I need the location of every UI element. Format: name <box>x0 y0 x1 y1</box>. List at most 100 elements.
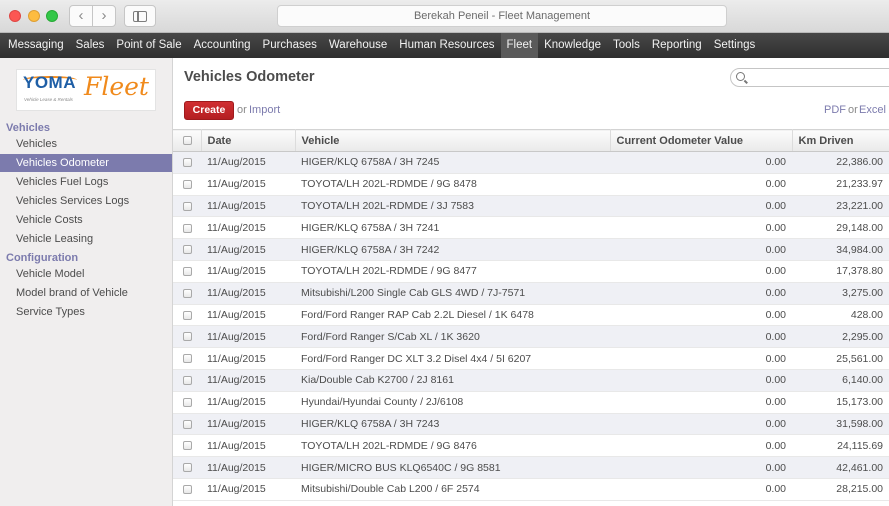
row-checkbox[interactable] <box>183 463 192 473</box>
menu-item-messaging[interactable]: Messaging <box>2 33 70 58</box>
column-header-odometer[interactable]: Current Odometer Value <box>610 129 793 152</box>
cell-odometer-value: 0.00 <box>610 151 792 174</box>
row-checkbox[interactable] <box>183 485 192 495</box>
column-header-date[interactable]: Date <box>201 129 296 152</box>
cell-odometer-value: 0.00 <box>610 282 792 305</box>
forward-button[interactable]: › <box>92 5 116 27</box>
row-checkbox[interactable] <box>183 223 192 233</box>
table-row[interactable]: 11/Aug/2015 TOYOTA/LH 202L-RDMDE / 9G 847… <box>173 434 889 458</box>
cell-date: 11/Aug/2015 <box>201 195 295 218</box>
table-row[interactable]: 11/Aug/2015 TOYOTA/LH 202L-RDMDE / 9G 847… <box>173 260 889 283</box>
menu-item-warehouse[interactable]: Warehouse <box>323 33 393 58</box>
address-bar[interactable]: Berekah Peneil - Fleet Management <box>277 5 727 27</box>
cell-date: 11/Aug/2015 <box>201 347 295 370</box>
cell-km-driven: 29,148.00 <box>792 216 889 240</box>
table-row[interactable]: 11/Aug/2015 Kia/Double Cab K2700 / 2J 816… <box>173 369 889 392</box>
table-row[interactable]: 11/Aug/2015 Ford/Ford Ranger RAP Cab 2.2L… <box>173 304 889 327</box>
import-link[interactable]: Import <box>249 104 280 116</box>
menu-item-accounting[interactable]: Accounting <box>188 33 257 58</box>
minimize-window-button[interactable] <box>28 10 40 22</box>
cell-km-driven: 21,233.97 <box>792 173 889 196</box>
menu-item-knowledge[interactable]: Knowledge <box>538 33 607 58</box>
cell-km-driven: 3,275.00 <box>792 282 889 305</box>
table-row[interactable]: 11/Aug/2015 Mitsubishi/Double Cab L200 / … <box>173 478 889 501</box>
column-header-km-driven[interactable]: Km Driven <box>792 129 889 152</box>
sidebar-item-vehicles-odometer[interactable]: Vehicles Odometer <box>0 154 172 172</box>
menu-item-fleet[interactable]: Fleet <box>500 33 539 58</box>
sidebar-item-service-types[interactable]: Service Types <box>0 303 172 321</box>
cell-vehicle: Ford/Ford Ranger RAP Cab 2.2L Diesel / 1… <box>295 304 610 327</box>
row-checkbox[interactable] <box>183 441 192 451</box>
row-checkbox[interactable] <box>183 201 192 211</box>
table-row[interactable]: 11/Aug/2015 Ford/Ford Ranger S/Cab XL / 1… <box>173 325 889 349</box>
cell-odometer-value: 0.00 <box>610 173 792 196</box>
sidebar-item-vehicles-services-logs[interactable]: Vehicles Services Logs <box>0 192 172 210</box>
sidebar-section-configuration: Configuration <box>6 252 79 264</box>
sidebar-item-vehicles-fuel-logs[interactable]: Vehicles Fuel Logs <box>0 173 172 191</box>
select-all-checkbox[interactable] <box>183 136 192 146</box>
pdf-export-link[interactable]: PDF <box>824 104 846 116</box>
row-checkbox[interactable] <box>183 288 192 298</box>
logo-product: Fleet <box>84 72 149 101</box>
row-checkbox[interactable] <box>183 376 192 386</box>
row-checkbox[interactable] <box>183 310 192 320</box>
cell-vehicle: Ford/Ford Ranger S/Cab XL / 1K 3620 <box>295 325 610 349</box>
cell-odometer-value: 0.00 <box>610 391 792 414</box>
sidebar-item-vehicles[interactable]: Vehicles <box>0 135 172 153</box>
create-button[interactable]: Create <box>184 101 234 120</box>
company-logo[interactable]: YOMA Fleet Vehicle Lease & Rentals <box>16 69 156 111</box>
row-select-cell <box>173 195 201 218</box>
cell-vehicle: Mitsubishi/Double Cab L200 / 6F 2574 <box>295 478 610 501</box>
row-select-cell <box>173 413 201 436</box>
menu-item-tools[interactable]: Tools <box>607 33 646 58</box>
row-checkbox[interactable] <box>183 245 192 255</box>
row-select-cell <box>173 151 201 174</box>
row-select-cell <box>173 238 201 261</box>
table-row[interactable]: 11/Aug/2015 HIGER/KLQ 6758A / 3H 7245 0.00… <box>173 151 889 174</box>
excel-export-link[interactable]: Excel <box>859 104 886 116</box>
row-checkbox[interactable] <box>183 332 192 342</box>
table-row[interactable]: 11/Aug/2015 HIGER/KLQ 6758A / 3H 7243 0.00… <box>173 413 889 436</box>
row-checkbox[interactable] <box>183 397 192 407</box>
close-window-button[interactable] <box>9 10 21 22</box>
menu-item-human-resources[interactable]: Human Resources <box>393 33 500 58</box>
menu-item-reporting[interactable]: Reporting <box>646 33 708 58</box>
sidebar-item-model-brand-of-vehicle[interactable]: Model brand of Vehicle <box>0 284 172 302</box>
row-select-cell <box>173 434 201 458</box>
sidebar-item-vehicle-leasing[interactable]: Vehicle Leasing <box>0 230 172 248</box>
table-row[interactable]: 11/Aug/2015 HIGER/KLQ 6758A / 3H 7241 0.00… <box>173 216 889 240</box>
cell-date: 11/Aug/2015 <box>201 238 295 261</box>
row-checkbox[interactable] <box>183 179 192 189</box>
table-row[interactable]: 11/Aug/2015 Mitsubishi/L200 Single Cab GL… <box>173 282 889 305</box>
search-box[interactable] <box>730 68 889 87</box>
menu-item-point-of-sale[interactable]: Point of Sale <box>110 33 187 58</box>
menu-item-purchases[interactable]: Purchases <box>257 33 323 58</box>
cell-vehicle: Mitsubishi/L200 Single Cab GLS 4WD / 7J-… <box>295 282 610 305</box>
row-checkbox[interactable] <box>183 354 192 364</box>
search-input[interactable] <box>749 70 889 85</box>
select-all-header <box>173 129 202 152</box>
cell-vehicle: TOYOTA/LH 202L-RDMDE / 3J 7583 <box>295 195 610 218</box>
menu-item-sales[interactable]: Sales <box>70 33 111 58</box>
menu-item-settings[interactable]: Settings <box>708 33 762 58</box>
cell-vehicle: TOYOTA/LH 202L-RDMDE / 9G 8477 <box>295 260 610 283</box>
cell-date: 11/Aug/2015 <box>201 304 295 327</box>
row-checkbox[interactable] <box>183 267 192 277</box>
table-row[interactable]: 11/Aug/2015 TOYOTA/LH 202L-RDMDE / 9G 847… <box>173 173 889 196</box>
column-header-vehicle[interactable]: Vehicle <box>295 129 611 152</box>
sidebar-item-vehicle-costs[interactable]: Vehicle Costs <box>0 211 172 229</box>
toggle-sidebar-button[interactable] <box>124 5 156 27</box>
zoom-window-button[interactable] <box>46 10 58 22</box>
table-row[interactable]: 11/Aug/2015 Ford/Ford Ranger DC XLT 3.2 D… <box>173 347 889 370</box>
cell-date: 11/Aug/2015 <box>201 456 295 479</box>
table-row[interactable]: 11/Aug/2015 TOYOTA/LH 202L-RDMDE / 3J 758… <box>173 195 889 218</box>
sidebar-item-vehicle-model[interactable]: Vehicle Model <box>0 265 172 283</box>
table-row[interactable]: 11/Aug/2015 HIGER/KLQ 6758A / 3H 7242 0.00… <box>173 238 889 261</box>
row-checkbox[interactable] <box>183 158 192 168</box>
back-button[interactable]: ‹ <box>69 5 93 27</box>
table-row[interactable]: 11/Aug/2015 HIGER/MICRO BUS KLQ6540C / 9G… <box>173 456 889 479</box>
row-checkbox[interactable] <box>183 419 192 429</box>
row-select-cell <box>173 216 201 240</box>
table-row[interactable]: 11/Aug/2015 Hyundai/Hyundai County / 2J/6… <box>173 391 889 414</box>
search-icon <box>736 72 745 81</box>
